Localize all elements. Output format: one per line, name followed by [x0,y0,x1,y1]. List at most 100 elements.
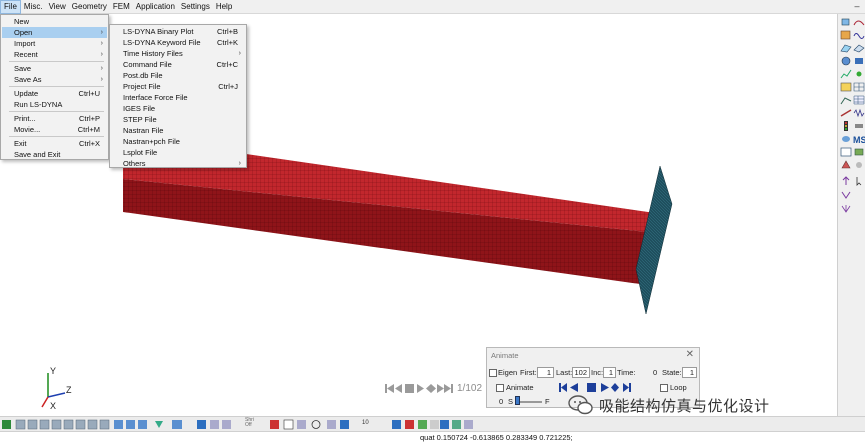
first-frame-arrow-icon[interactable] [387,384,394,393]
loop-checkbox[interactable] [660,384,668,392]
graph-icon[interactable] [840,69,852,79]
cube-view-icon[interactable] [63,419,74,430]
open-submenu-item[interactable]: LS-DYNA Binary Plot Ctrl+B [111,26,245,37]
rotate-icon[interactable] [311,420,321,429]
file-menu-item[interactable]: Import › [2,38,107,49]
file-menu-item[interactable]: Print... Ctrl+P [2,113,107,124]
cube-icon[interactable] [840,17,852,27]
file-menu-item[interactable]: Update Ctrl+U [2,88,107,99]
open-submenu-item[interactable]: Time History Files › [111,48,245,59]
last-frame-arrow-icon[interactable] [444,384,451,393]
menu-settings[interactable]: Settings [178,0,213,14]
file-menu-item-open[interactable]: Open › [2,27,107,38]
play-icon[interactable] [417,384,424,393]
page-icon[interactable] [440,420,449,429]
plane-icon[interactable] [853,43,865,53]
first-frame-icon[interactable] [385,384,387,393]
bounce-right-icon[interactable] [431,384,436,393]
list-icon[interactable] [297,420,306,429]
menu-view[interactable]: View [46,0,69,14]
open-submenu-item[interactable]: Nastran File [111,125,245,136]
last-field[interactable]: 102 [572,367,590,378]
file-menu-item[interactable]: Save › [2,63,107,74]
play-icon[interactable] [601,383,609,392]
history-icon[interactable] [840,95,852,105]
edge-view-icon[interactable] [222,420,231,429]
wave-icon[interactable] [853,30,865,40]
file-menu-item[interactable]: Recent › [2,49,107,60]
last-frame-icon[interactable] [629,383,631,392]
file-menu-item[interactable]: Exit Ctrl+X [2,138,107,149]
open-submenu-item[interactable]: LS-DYNA Keyword File Ctrl+K [111,37,245,48]
open-submenu-item[interactable]: Others › [111,158,245,169]
minimize-button[interactable]: – [852,2,862,12]
bounce-right-icon[interactable] [615,383,619,392]
grid-icon[interactable] [853,82,865,92]
step-back-icon[interactable] [395,384,402,393]
file-menu-item[interactable]: Movie... Ctrl+M [2,124,107,135]
stop-icon[interactable] [405,384,414,393]
first-frame-arrow-icon[interactable] [561,383,567,392]
close-icon[interactable]: ✕ [686,349,694,360]
file-menu-item[interactable]: Save and Exit [2,149,107,160]
load-icon[interactable] [840,204,852,214]
open-submenu-item[interactable]: Interface Force File [111,92,245,103]
cube-view-icon[interactable] [51,419,62,430]
hand-icon[interactable] [853,160,865,170]
beam-icon[interactable] [840,108,852,118]
solid-view-icon[interactable] [197,420,206,429]
reset-icon[interactable] [405,420,414,429]
animate-checkbox[interactable] [496,384,504,392]
open-submenu-item[interactable]: Nastran+pch File [111,136,245,147]
fringe-icon[interactable] [840,82,852,92]
inc-field[interactable]: 1 [603,367,616,378]
render-mode-icon[interactable] [155,421,163,428]
traffic-light-icon[interactable] [840,121,852,131]
view-icon[interactable] [2,420,11,429]
shade-icon[interactable] [138,420,147,429]
curve-icon[interactable] [853,17,865,27]
force-icon[interactable] [840,190,852,200]
cube-view-icon[interactable] [27,419,38,430]
cube-view-icon[interactable] [75,419,86,430]
bounce-left-icon[interactable] [426,384,431,393]
fit-icon[interactable] [340,420,349,429]
wire-view-icon[interactable] [210,420,219,429]
spring-icon[interactable] [853,108,865,118]
bounce-left-icon[interactable] [611,383,615,392]
home-icon[interactable] [392,420,401,429]
last-frame-arrow-icon[interactable] [623,383,629,392]
node-icon[interactable] [853,69,865,79]
state-field[interactable]: 1 [682,367,697,378]
surface-icon[interactable] [840,43,852,53]
mail-icon[interactable] [464,420,473,429]
menu-file[interactable]: File [0,0,21,14]
cylinder-icon[interactable] [840,134,852,144]
part-icon[interactable] [853,147,865,157]
zoom-icon[interactable] [327,420,336,429]
eigen-checkbox[interactable] [489,369,497,377]
stop-icon[interactable] [587,383,596,392]
file-menu-item[interactable]: Run LS-DYNA [2,99,107,110]
cube-view-icon[interactable] [15,419,26,430]
menu-application[interactable]: Application [133,0,178,14]
cube-view-icon[interactable] [39,419,50,430]
file-menu-item[interactable]: New [2,16,107,27]
vector-icon[interactable] [840,176,852,186]
pick-icon[interactable] [270,420,279,429]
cube-view-icon[interactable] [87,419,98,430]
menu-misc[interactable]: Misc. [21,0,46,14]
ms-icon[interactable]: MS [853,134,865,144]
group-icon[interactable] [452,420,461,429]
open-submenu-item[interactable]: Post.db File [111,70,245,81]
cursor-icon[interactable] [853,176,865,186]
color-icon[interactable] [418,420,427,429]
first-frame-icon[interactable] [559,383,561,392]
menu-fem[interactable]: FEM [110,0,133,14]
add-icon[interactable] [283,419,294,430]
step-forward-icon[interactable] [437,384,444,393]
last-frame-icon[interactable] [451,384,453,393]
rigid-icon[interactable] [853,121,865,131]
menu-help[interactable]: Help [213,0,235,14]
shade-icon[interactable] [126,420,135,429]
